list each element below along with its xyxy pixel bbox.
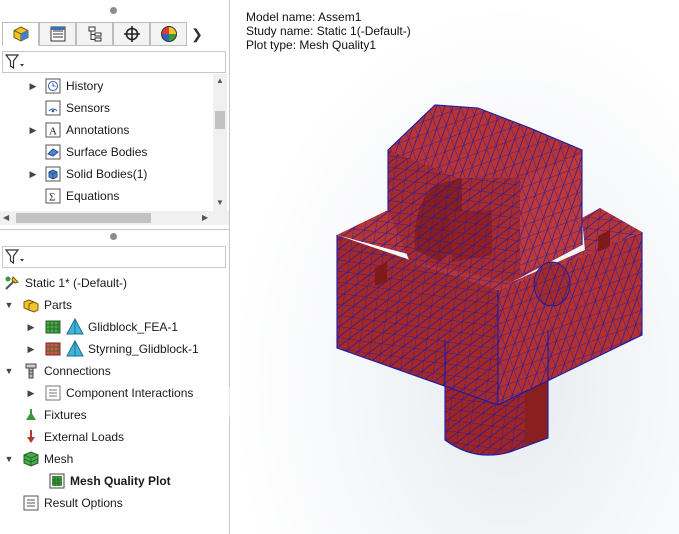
expand-arrow-icon[interactable]: ▶ [26, 322, 36, 333]
scroll-right-icon[interactable]: ▶ [202, 213, 208, 222]
filter-icon [5, 54, 24, 70]
parts-label: Parts [44, 298, 73, 312]
tabs-scroll-right-icon[interactable]: ❯ [187, 22, 207, 46]
mesh-icon [22, 450, 40, 468]
graphics-area[interactable]: Model name: Assem1 Study name: Static 1(… [230, 0, 679, 534]
tree-item-solid-bodies[interactable]: ▶ Solid Bodies(1) [28, 163, 147, 185]
material-cone-icon [66, 340, 84, 358]
panel-grip-top[interactable] [110, 7, 117, 14]
tree-item-label: History [66, 79, 104, 93]
feature-tree: ▶ History Sensors ▶ A Annotations Surfac… [0, 74, 229, 228]
tree-item-fixtures[interactable]: Fixtures [4, 404, 87, 426]
tree-item-mesh-quality-plot[interactable]: Mesh Quality Plot [48, 470, 171, 492]
part-icon [13, 26, 28, 42]
connections-icon [22, 362, 40, 380]
tree-item-sensors[interactable]: Sensors [28, 97, 110, 119]
tree-item-part[interactable]: ▶ Glidblock_FEA-1 [26, 316, 178, 338]
feature-filter-bar[interactable] [2, 51, 226, 73]
tab-property-manager[interactable] [39, 22, 76, 46]
study-label: Static 1* (-Default-) [25, 276, 128, 290]
tree-item-result-options[interactable]: Result Options [4, 492, 123, 514]
feature-tree-horizontal-scrollbar[interactable]: ◀ ▶ [0, 211, 229, 225]
pane-divider [0, 229, 229, 230]
collapse-arrow-icon[interactable]: ▼ [4, 366, 14, 376]
expand-arrow-icon[interactable]: ▶ [28, 169, 38, 180]
simulation-tree: Static 1* (-Default-) ▼ Parts ▶ Glidbloc… [0, 270, 229, 534]
configuration-manager-icon [88, 26, 101, 42]
meshed-part-icon [44, 340, 62, 358]
display-manager-icon [160, 26, 177, 42]
collapse-arrow-icon[interactable]: ▼ [4, 300, 14, 310]
mesh-quality-plot-label: Mesh Quality Plot [70, 474, 171, 488]
tree-item-connections[interactable]: ▼ Connections [4, 360, 111, 382]
solid-bodies-icon [44, 165, 62, 183]
tree-item-label: Sensors [66, 101, 111, 115]
tree-item-history[interactable]: ▶ History [28, 75, 103, 97]
svg-text:A: A [49, 126, 57, 138]
scroll-thumb[interactable] [215, 111, 225, 129]
svg-text:Σ: Σ [49, 192, 55, 204]
tree-item-external-loads[interactable]: External Loads [4, 426, 124, 448]
mesh-model[interactable] [230, 0, 679, 534]
external-loads-label: External Loads [44, 430, 125, 444]
tree-item-study[interactable]: Static 1* (-Default-) [3, 272, 127, 294]
part-label: Styrning_Glidblock-1 [88, 342, 199, 356]
parts-folder-icon [22, 296, 40, 314]
property-manager-icon [50, 26, 65, 42]
component-interactions-icon [44, 384, 62, 402]
annotations-icon: A [44, 121, 62, 139]
component-interactions-label: Component Interactions [66, 386, 194, 400]
tab-configuration-manager[interactable] [76, 22, 113, 46]
part-label: Glidblock_FEA-1 [88, 320, 179, 334]
external-loads-icon [22, 428, 40, 446]
tree-item-label: Equations [66, 189, 120, 203]
equations-icon: Σ [44, 187, 62, 205]
tree-item-label: Solid Bodies(1) [66, 167, 148, 181]
meshed-part-icon [44, 318, 62, 336]
tree-item-parts[interactable]: ▼ Parts [4, 294, 72, 316]
feature-tree-vertical-scrollbar[interactable]: ▲ ▼ [213, 74, 227, 211]
mesh-label: Mesh [44, 452, 74, 466]
tree-item-component-interactions[interactable]: ▶ Component Interactions [26, 382, 193, 404]
connections-label: Connections [44, 364, 111, 378]
fixtures-label: Fixtures [44, 408, 87, 422]
tree-item-mesh[interactable]: ▼ Mesh [4, 448, 73, 470]
tab-display-manager[interactable] [150, 22, 187, 46]
static-study-icon [3, 274, 21, 292]
scroll-left-icon[interactable]: ◀ [3, 213, 9, 222]
expand-arrow-icon[interactable]: ▶ [26, 388, 36, 399]
expand-arrow-icon[interactable]: ▶ [28, 81, 38, 92]
left-panel: ❯ ▶ History Sensors ▶ A Annotations Surf… [0, 0, 230, 534]
tab-feature-manager[interactable] [2, 22, 39, 46]
history-icon [44, 77, 62, 95]
filter-icon [5, 249, 24, 265]
tree-item-label: Surface Bodies [66, 145, 148, 159]
tree-item-part[interactable]: ▶ Styrning_Glidblock-1 [26, 338, 199, 360]
result-options-icon [22, 494, 40, 512]
material-cone-icon [66, 318, 84, 336]
result-options-label: Result Options [44, 496, 123, 510]
tree-item-annotations[interactable]: ▶ A Annotations [28, 119, 129, 141]
panel-grip-middle[interactable] [110, 233, 117, 240]
tree-item-label: Annotations [66, 123, 130, 137]
tree-item-surface-bodies[interactable]: Surface Bodies [28, 141, 147, 163]
expand-arrow-icon[interactable]: ▶ [26, 344, 36, 355]
tab-dimxpert-manager[interactable] [113, 22, 150, 46]
expand-arrow-icon[interactable]: ▶ [28, 125, 38, 136]
scroll-thumb[interactable] [16, 213, 151, 223]
tree-item-equations[interactable]: Σ Equations [28, 185, 119, 207]
scroll-up-icon[interactable]: ▲ [216, 76, 224, 85]
simulation-filter-bar[interactable] [2, 246, 226, 268]
dimxpert-icon [123, 26, 140, 42]
manager-tabs: ❯ [2, 22, 227, 48]
surface-bodies-icon [44, 143, 62, 161]
mesh-plot-icon [48, 472, 66, 490]
sensors-icon [44, 99, 62, 117]
fixtures-icon [22, 406, 40, 424]
collapse-arrow-icon[interactable]: ▼ [4, 454, 14, 464]
scroll-down-icon[interactable]: ▼ [216, 198, 224, 207]
